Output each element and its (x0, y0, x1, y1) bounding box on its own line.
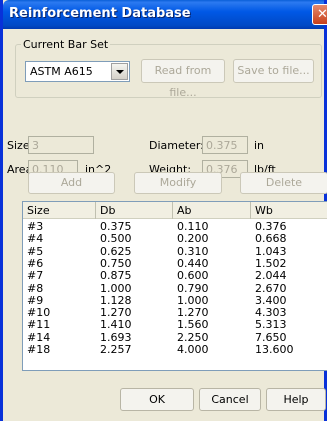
current-bar-set-label: Current Bar Set (21, 38, 111, 51)
table-cell: #10 (27, 306, 51, 320)
table-cell: 1.693 (100, 330, 132, 344)
reinforcement-database-window: Reinforcement Database ✕ Current Bar Set… (0, 0, 327, 421)
table-header: Size Db Ab Wb (23, 202, 327, 219)
table-cell: 1.270 (100, 306, 132, 320)
table-cell: 1.270 (177, 306, 209, 320)
modify-button[interactable]: Modify (134, 172, 222, 194)
bar-set-select[interactable]: ASTM A615 (25, 61, 130, 82)
table-cell: 13.600 (255, 343, 294, 356)
table-cell: 1.043 (255, 244, 287, 258)
table-cell: 2.670 (255, 281, 287, 295)
table-cell: 0.790 (177, 281, 209, 295)
table-row[interactable]: #5 0.625 0.310 1.043 (23, 244, 327, 258)
table-cell: #8 (27, 281, 44, 295)
table-row[interactable]: #3 0.375 0.110 0.376 (23, 221, 327, 233)
table-cell: 0.110 (177, 220, 209, 233)
table-cell: 1.560 (177, 318, 209, 332)
size-field[interactable]: 3 (28, 136, 94, 154)
column-header-wb[interactable]: Wb (251, 202, 327, 219)
close-button[interactable]: ✕ (312, 4, 327, 25)
cancel-button[interactable]: Cancel (199, 388, 261, 411)
table-row[interactable]: #7 0.875 0.600 2.044 (23, 270, 327, 282)
table-cell: 1.128 (100, 293, 132, 307)
table-cell: 1.502 (255, 256, 287, 270)
column-header-ab[interactable]: Ab (173, 202, 251, 219)
table-cell: 0.310 (177, 244, 209, 258)
table-cell: 0.500 (100, 232, 132, 246)
table-cell: 0.600 (177, 269, 209, 283)
title-bar: Reinforcement Database ✕ (3, 0, 327, 29)
table-cell: 7.650 (255, 330, 287, 344)
table-cell: 0.668 (255, 232, 287, 246)
ok-button[interactable]: OK (120, 388, 194, 411)
diameter-unit: in (254, 139, 265, 152)
bar-set-value: ASTM A615 (30, 65, 93, 78)
delete-button[interactable]: Delete (240, 172, 327, 194)
table-cell: 0.875 (100, 269, 132, 283)
table-row[interactable]: #8 1.000 0.790 2.670 (23, 281, 327, 295)
column-header-db[interactable]: Db (96, 202, 173, 219)
table-cell: 1.000 (100, 281, 132, 295)
table-cell: 0.440 (177, 256, 209, 270)
table-cell: 5.313 (255, 318, 287, 332)
table-cell: #14 (27, 330, 51, 344)
table-row[interactable]: #6 0.750 0.440 1.502 (23, 256, 327, 270)
table-cell: #11 (27, 318, 51, 332)
add-button[interactable]: Add (28, 172, 115, 194)
table-cell: 3.400 (255, 293, 287, 307)
table-row[interactable]: #14 1.693 2.250 7.650 (23, 330, 327, 344)
table-cell: #9 (27, 293, 44, 307)
table-cell: 0.375 (100, 220, 132, 233)
table-cell: 0.200 (177, 232, 209, 246)
help-button[interactable]: Help (266, 388, 326, 411)
read-from-file-button[interactable]: Read from file... (141, 59, 225, 99)
save-to-file-button[interactable]: Save to file... (233, 59, 314, 83)
chevron-down-icon[interactable] (111, 63, 128, 80)
table-cell: 0.750 (100, 256, 132, 270)
table-row[interactable]: #4 0.500 0.200 0.668 (23, 233, 327, 245)
diameter-field[interactable]: 0.375 (202, 136, 248, 154)
table-cell: 0.376 (255, 220, 287, 233)
table-cell: 4.000 (177, 343, 209, 356)
table-cell: 1.410 (100, 318, 132, 332)
table-row[interactable]: #9 1.128 1.000 3.400 (23, 293, 327, 307)
diameter-label: Diameter: (149, 139, 204, 152)
table-row[interactable]: #11 1.410 1.560 5.313 (23, 319, 327, 331)
table-cell: 2.257 (100, 343, 132, 356)
table-cell: 2.044 (255, 269, 287, 283)
table-row[interactable]: #10 1.270 1.270 4.303 (23, 307, 327, 319)
table-cell: #3 (27, 220, 44, 233)
table-cell: #7 (27, 269, 44, 283)
table-cell: 4.303 (255, 306, 287, 320)
column-header-size[interactable]: Size (23, 202, 96, 219)
table-cell: #5 (27, 244, 44, 258)
window-title: Reinforcement Database (9, 6, 191, 21)
table-cell: 2.250 (177, 330, 209, 344)
table-cell: #18 (27, 343, 51, 356)
table-cell: #6 (27, 256, 44, 270)
table-cell: #4 (27, 232, 44, 246)
table-cell: 1.000 (177, 293, 209, 307)
bar-table: Size Db Ab Wb #3 0.375 0.110 0.376 #4 0.500 0.… (22, 201, 327, 371)
table-cell: 0.625 (100, 244, 132, 258)
table-row[interactable]: #18 2.257 4.000 13.600 (23, 344, 327, 356)
